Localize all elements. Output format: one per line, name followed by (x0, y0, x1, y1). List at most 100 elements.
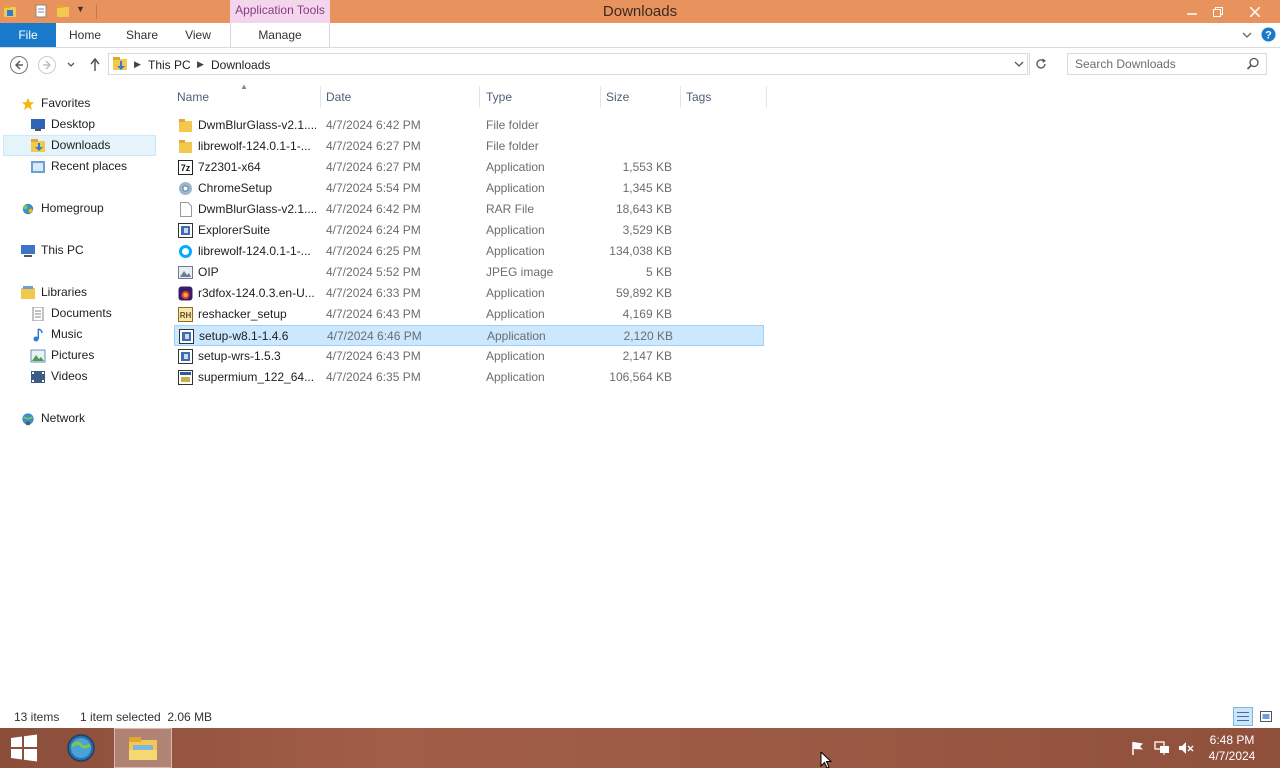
tab-file[interactable]: File (0, 23, 56, 47)
taskbar (0, 728, 1280, 768)
back-arrow-icon (10, 56, 28, 74)
back-button[interactable] (9, 55, 29, 75)
large-icons-view-button[interactable] (1256, 707, 1276, 726)
search-input[interactable]: Search Downloads (1067, 53, 1267, 75)
network-status-icon[interactable] (1154, 740, 1170, 756)
up-button[interactable] (85, 55, 105, 75)
file-type: File folder (486, 139, 539, 153)
recent-locations-button[interactable] (63, 55, 79, 75)
taskbar-clock[interactable]: 6:48 PM 4/7/2024 (1198, 732, 1266, 764)
column-header-size[interactable]: Size (606, 89, 676, 105)
file-date: 4/7/2024 6:35 PM (326, 370, 421, 384)
file-row[interactable]: r3dfox-124.0.3.en-U... 4/7/2024 6:33 PM Ap… (174, 283, 764, 304)
address-dropdown-button[interactable] (1012, 57, 1026, 71)
new-folder-icon[interactable] (56, 4, 70, 18)
breadcrumb-downloads[interactable]: Downloads (211, 58, 270, 72)
svg-text:7z: 7z (181, 163, 191, 173)
refresh-button[interactable] (1034, 57, 1048, 71)
column-divider[interactable] (680, 86, 681, 108)
file-name: 7z2301-x64 (198, 160, 261, 174)
column-header-date[interactable]: Date (326, 89, 476, 105)
file-type: Application (486, 370, 545, 384)
nav-downloads[interactable]: Downloads (30, 135, 110, 155)
file-size: 5 KB (645, 265, 672, 279)
clock-date: 4/7/2024 (1208, 749, 1256, 763)
file-name: ChromeSetup (198, 181, 273, 195)
taskbar-file-explorer-button[interactable] (114, 728, 172, 768)
file-name: DwmBlurGlass-v2.1.... (198, 202, 316, 216)
nav-this-pc[interactable]: This PC (20, 240, 84, 260)
file-type: Application (486, 286, 545, 300)
expand-ribbon-button[interactable] (1240, 28, 1254, 42)
nav-music[interactable]: Music (30, 324, 82, 344)
file-name: r3dfox-124.0.3.en-U... (198, 286, 315, 300)
column-header-type[interactable]: Type (486, 89, 596, 105)
file-row[interactable]: supermium_122_64... 4/7/2024 6:35 PM Appli… (174, 367, 764, 388)
help-button[interactable]: ? (1261, 27, 1276, 42)
nav-favorites[interactable]: Favorites (20, 93, 90, 113)
globe-browser-icon (67, 734, 95, 762)
file-row[interactable]: setup-wrs-1.5.3 4/7/2024 6:43 PM Applicati… (174, 346, 764, 367)
file-row[interactable]: librewolf-124.0.1-1-... 4/7/2024 6:25 PM A… (174, 241, 764, 262)
file-row-selected[interactable]: setup-w8.1-1.4.6 4/7/2024 6:46 PM Applicat… (174, 325, 764, 346)
nav-desktop[interactable]: Desktop (30, 114, 95, 134)
file-date: 4/7/2024 5:54 PM (326, 181, 421, 195)
customize-quick-access-icon[interactable]: ▼ (76, 4, 88, 18)
nav-downloads-label: Downloads (51, 138, 111, 152)
column-header-name[interactable]: Name (177, 89, 317, 105)
nav-videos[interactable]: Videos (30, 366, 87, 386)
file-row[interactable]: RH reshacker_setup 4/7/2024 6:43 PM Applica… (174, 304, 764, 325)
file-type: File folder (486, 118, 539, 132)
nav-network-label: Network (41, 411, 86, 425)
pictures-icon (30, 349, 46, 363)
details-view-button[interactable] (1233, 707, 1253, 726)
tab-share[interactable]: Share (120, 23, 164, 47)
tab-view[interactable]: View (176, 23, 220, 47)
file-row[interactable]: 7z 7z2301-x64 4/7/2024 6:27 PM Application 1… (174, 157, 764, 178)
breadcrumb-chevron-icon: ▶ (197, 59, 204, 69)
nav-pictures[interactable]: Pictures (30, 345, 94, 365)
tab-manage[interactable]: Manage (230, 23, 330, 47)
desktop-icon (31, 118, 45, 131)
nav-libraries[interactable]: Libraries (20, 282, 87, 302)
nav-music-label: Music (51, 327, 83, 341)
breadcrumb-this-pc[interactable]: This PC (148, 58, 191, 72)
column-divider[interactable] (320, 86, 321, 108)
nav-homegroup-label: Homegroup (41, 201, 104, 215)
breadcrumb-chevron-icon: ▶ (134, 59, 141, 69)
file-row[interactable]: OIP 4/7/2024 5:52 PM JPEG image 5 KB (174, 262, 764, 283)
explorer-window-icon[interactable] (3, 4, 17, 18)
volume-muted-icon[interactable] (1178, 740, 1194, 756)
file-row[interactable]: librewolf-124.0.1-1-... 4/7/2024 6:27 PM F… (174, 136, 764, 157)
restore-button[interactable] (1201, 0, 1235, 23)
taskbar-browser-button[interactable] (58, 728, 104, 768)
file-type: Application (487, 329, 546, 343)
file-type: Application (486, 223, 545, 237)
file-icon (178, 202, 193, 217)
forward-button[interactable] (37, 55, 57, 75)
action-center-flag-icon[interactable] (1130, 740, 1146, 756)
column-header-tags[interactable]: Tags (686, 89, 766, 105)
nav-recent-places[interactable]: Recent places (30, 156, 127, 176)
nav-documents[interactable]: Documents (30, 303, 112, 323)
start-button[interactable] (0, 728, 48, 768)
column-divider[interactable] (600, 86, 601, 108)
file-explorer-icon (129, 737, 157, 760)
nav-network[interactable]: Network (20, 408, 85, 428)
search-icon[interactable] (1246, 57, 1260, 71)
column-divider[interactable] (479, 86, 480, 108)
file-date: 4/7/2024 6:43 PM (326, 307, 421, 321)
file-type: RAR File (486, 202, 535, 216)
file-row[interactable]: DwmBlurGlass-v2.1.... 4/7/2024 6:42 PM Fil… (174, 115, 764, 136)
column-divider[interactable] (766, 86, 767, 108)
file-type: JPEG image (486, 265, 554, 279)
close-button[interactable] (1238, 0, 1272, 23)
tab-home[interactable]: Home (62, 23, 108, 47)
file-row[interactable]: ExplorerSuite 4/7/2024 6:24 PM Application… (174, 220, 764, 241)
file-name: OIP (198, 265, 219, 279)
properties-icon[interactable] (34, 4, 48, 18)
nav-homegroup[interactable]: Homegroup (20, 198, 104, 218)
file-row[interactable]: DwmBlurGlass-v2.1.... 4/7/2024 6:42 PM RAR… (174, 199, 764, 220)
restore-icon (1213, 6, 1223, 17)
file-row[interactable]: ChromeSetup 4/7/2024 5:54 PM Application 1,… (174, 178, 764, 199)
